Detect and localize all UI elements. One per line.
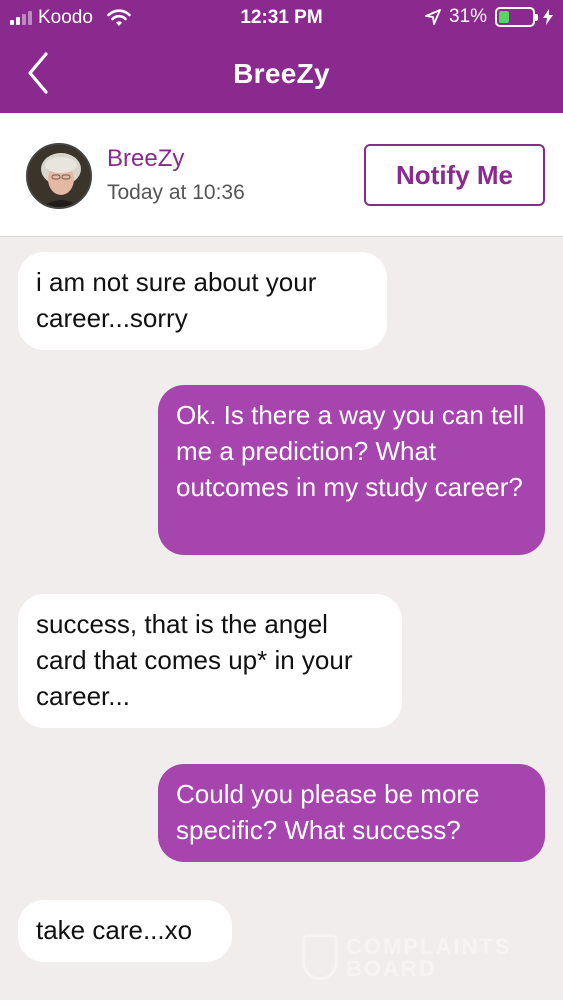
shield-icon: [302, 934, 338, 980]
avatar[interactable]: [26, 143, 92, 209]
avatar-portrait: [28, 145, 90, 207]
nav-bar: BreeZy: [0, 38, 563, 113]
battery-fill: [499, 11, 509, 23]
incoming-message: i am not sure about your career...sorry: [18, 252, 387, 350]
message-timestamp: Today at 10:36: [107, 181, 245, 204]
status-bar: Koodo 12:31 PM 31%: [0, 0, 563, 38]
outgoing-message: Could you please be more specific? What …: [158, 764, 545, 862]
status-right: 31%: [425, 6, 553, 28]
location-arrow-icon: [425, 9, 441, 25]
notify-me-button[interactable]: Notify Me: [364, 144, 545, 206]
battery-percent: 31%: [448, 6, 487, 27]
sender-name: BreeZy: [107, 145, 185, 172]
conversation-header: BreeZy Today at 10:36 Notify Me: [0, 113, 563, 237]
watermark: COMPLAINTS BOARD: [302, 934, 522, 984]
nav-title: BreeZy: [233, 58, 330, 89]
outgoing-message: Ok. Is there a way you can tell me a pre…: [158, 385, 545, 555]
incoming-message: take care...xo: [18, 900, 232, 962]
incoming-message: success, that is the angel card that com…: [18, 594, 402, 728]
top-bar: Koodo 12:31 PM 31% BreeZy: [0, 0, 563, 113]
watermark-line2: BOARD: [346, 956, 437, 981]
battery-icon: [495, 7, 538, 27]
charging-bolt-icon: [543, 9, 553, 25]
